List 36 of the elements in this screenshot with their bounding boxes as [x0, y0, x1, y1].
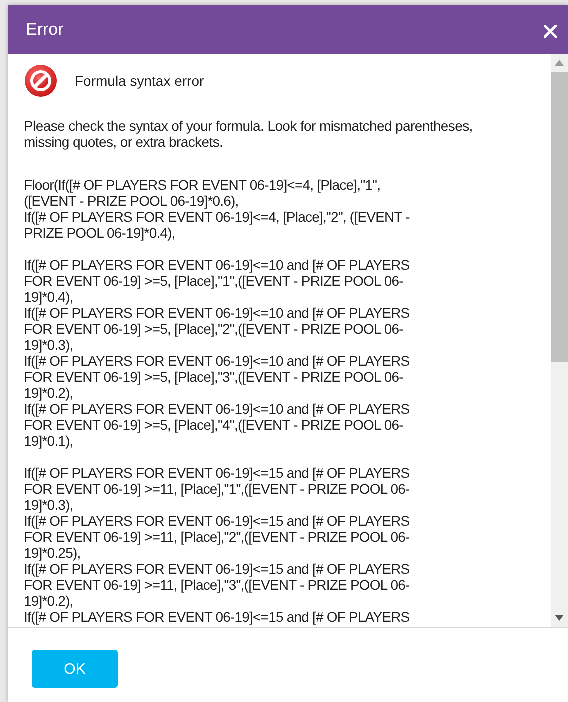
formula-line: If([# OF PLAYERS FOR EVENT 06-19]<=10 and [# OF PLAYERS	[24, 257, 411, 273]
formula-line: 19]*0.25),	[24, 545, 82, 561]
formula-line: If([# OF PLAYERS FOR EVENT 06-19]<=15 and [# OF PLAYERS	[24, 465, 411, 481]
ok-button[interactable]: OK	[32, 650, 118, 688]
formula-line: If([# OF PLAYERS FOR EVENT 06-19]<=15 and [# OF PLAYERS	[24, 561, 411, 577]
dialog-title: Error	[26, 20, 64, 40]
scrollbar[interactable]	[551, 54, 568, 627]
formula-line: If([# OF PLAYERS FOR EVENT 06-19]<=10 and [# OF PLAYERS	[24, 401, 411, 417]
scroll-up-icon[interactable]	[555, 60, 564, 66]
formula-line: Floor(If([# OF PLAYERS FOR EVENT 06-19]<=4, [Place],"1",	[24, 177, 382, 193]
formula-line: FOR EVENT 06-19] >=5, [Place],"1",([EVENT - PRIZE POOL 06-	[24, 273, 404, 289]
formula-line: If([# OF PLAYERS FOR EVENT 06-19]<=10 and [# OF PLAYERS	[24, 353, 411, 369]
formula-line: 19]*0.4),	[24, 289, 74, 305]
error-message: Please check the syntax of your formula. Look for mismatched parentheses, missing quotes, or extra brackets.	[24, 118, 474, 150]
formula-line: If([# OF PLAYERS FOR EVENT 06-19]<=15 and [# OF PLAYERS	[24, 609, 411, 625]
formula-line: 19]*0.3),	[24, 337, 74, 353]
error-heading: Formula syntax error	[75, 73, 204, 89]
formula-line: 19]*0.2),	[24, 593, 74, 609]
formula-line: ([EVENT - PRIZE POOL 06-19]*0.6),	[24, 193, 240, 209]
formula-line: 19]*0.1),	[24, 433, 74, 449]
close-icon[interactable]	[544, 25, 557, 38]
prohibited-icon	[24, 64, 58, 98]
formula-line: 19]*0.2),	[24, 385, 74, 401]
formula-line: If([# OF PLAYERS FOR EVENT 06-19]<=15 and [# OF PLAYERS	[24, 513, 411, 529]
formula-line: FOR EVENT 06-19] >=5, [Place],"3",([EVENT - PRIZE POOL 06-	[24, 369, 404, 385]
formula-line: FOR EVENT 06-19] >=5, [Place],"4",([EVENT - PRIZE POOL 06-	[24, 417, 404, 433]
formula-line: FOR EVENT 06-19] >=5, [Place],"2",([EVENT - PRIZE POOL 06-	[24, 321, 404, 337]
scrollbar-thumb[interactable]	[551, 72, 568, 362]
formula-line: If([# OF PLAYERS FOR EVENT 06-19]<=10 and [# OF PLAYERS	[24, 305, 411, 321]
scroll-down-icon[interactable]	[555, 615, 564, 621]
formula-line: If([# OF PLAYERS FOR EVENT 06-19]<=4, [Place],"2", ([EVENT -	[24, 209, 411, 225]
formula-line: FOR EVENT 06-19] >=11, [Place],"2",([EVENT - PRIZE POOL 06-	[24, 529, 411, 545]
formula-line: 19]*0.3),	[24, 497, 74, 513]
formula-line: FOR EVENT 06-19] >=11, [Place],"3",([EVENT - PRIZE POOL 06-	[24, 577, 411, 593]
formula-line: PRIZE POOL 06-19]*0.4),	[24, 225, 176, 241]
formula-line: FOR EVENT 06-19] >=11, [Place],"1",([EVENT - PRIZE POOL 06-	[24, 481, 411, 497]
